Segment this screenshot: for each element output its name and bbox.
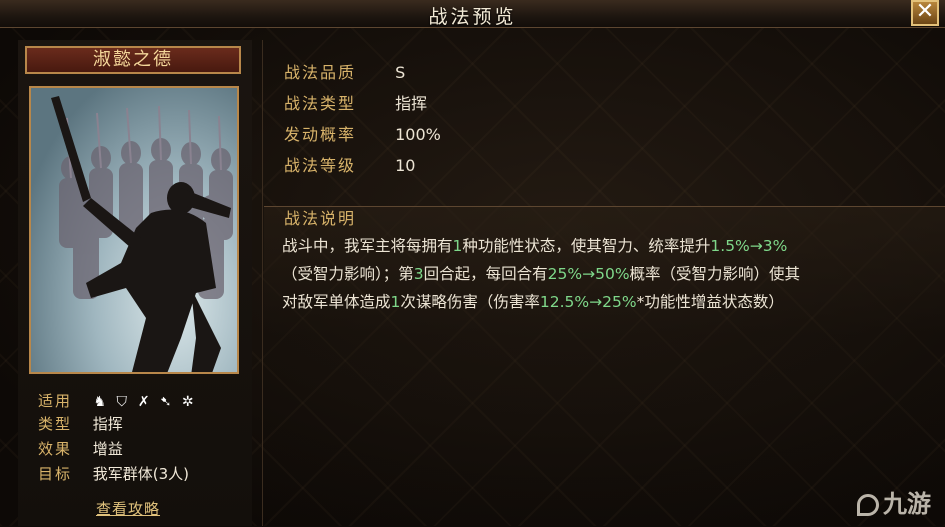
attr-probability: 发动概率 100% [284,122,441,148]
effect-label: 效果 [38,440,73,458]
spear-icon: ➷ [159,393,172,410]
desc-highlight: 25%→50% [547,265,630,283]
desc-highlight: 12.5%→25% [539,293,637,311]
desc-text: 对敌军单体造成 [282,293,391,311]
attr-label: 战法等级 [284,156,357,175]
desc-text: 概率（受智力影响）使其 [629,265,801,283]
description-line-1: 战斗中，我军主将每拥有1种功能性状态，使其智力、统率提升1.5%→3% [282,233,787,259]
shield-icon: ⛉ [116,393,128,410]
bow-icon: ✗ [137,393,150,410]
attr-label: 发动概率 [284,125,357,144]
warrior-silhouette-icon [51,96,233,372]
watermark-text: 九游 [883,490,931,518]
attr-value: 指挥 [395,94,428,113]
type-row: 类型 指挥 [38,413,123,435]
view-strategy-link[interactable]: 查看攻略 [96,498,160,519]
desc-highlight: 1 [452,237,463,255]
attr-type: 战法类型 指挥 [284,91,427,117]
skill-name-banner: 淑懿之德 [25,46,241,74]
attr-label: 战法品质 [284,63,357,82]
close-button[interactable]: ✕ [911,0,939,26]
attr-value: 100% [395,125,441,144]
effect-row: 效果 增益 [38,438,123,460]
window-title: 战法预览 [428,6,517,28]
desc-highlight: 3 [413,265,424,283]
target-value: 我军群体(3人) [92,465,190,483]
target-label: 目标 [38,465,73,483]
jiuyou-logo-icon [857,494,879,516]
desc-text: *功能性增益状态数） [636,293,784,311]
watermark: 九游 [857,484,931,519]
attr-quality: 战法品质 S [284,60,405,86]
title-bar: 战法预览 ✕ [0,0,945,28]
applicable-row: 适用 ♞ ⛉ ✗ ➷ ✲ [38,390,195,412]
effect-value: 增益 [92,440,123,458]
description-title: 战法说明 [284,209,357,228]
desc-text: 次谋略伤害（伤害率 [400,293,540,311]
attr-value: S [395,63,406,82]
desc-text: （受智力影响）；第 [282,265,414,283]
type-label: 类型 [38,415,73,433]
attr-value: 10 [395,156,416,175]
cavalry-icon: ♞ [93,393,107,410]
desc-text: 回合起，每回合有 [423,265,548,283]
type-value: 指挥 [92,415,123,433]
attr-level: 战法等级 10 [284,153,415,179]
skill-portrait [29,86,239,374]
desc-text: 战斗中，我军主将每拥有 [282,237,453,255]
attr-label: 战法类型 [284,94,357,113]
desc-highlight: 1.5%→3% [710,237,788,255]
panel-divider [262,40,263,526]
desc-highlight: 1 [390,293,401,311]
description-line-3: 对敌军单体造成1次谋略伤害（伤害率12.5%→25%*功能性增益状态数） [282,289,784,315]
desc-text: 种功能性状态，使其智力、统率提升 [462,237,711,255]
applicable-label: 适用 [38,392,73,410]
siege-icon: ✲ [181,393,194,410]
arms-icons: ♞ ⛉ ✗ ➷ ✲ [93,395,195,409]
target-row: 目标 我军群体(3人) [38,463,189,485]
description-line-2: （受智力影响）；第3回合起，每回合有25%→50%概率（受智力影响）使其 [282,261,800,287]
